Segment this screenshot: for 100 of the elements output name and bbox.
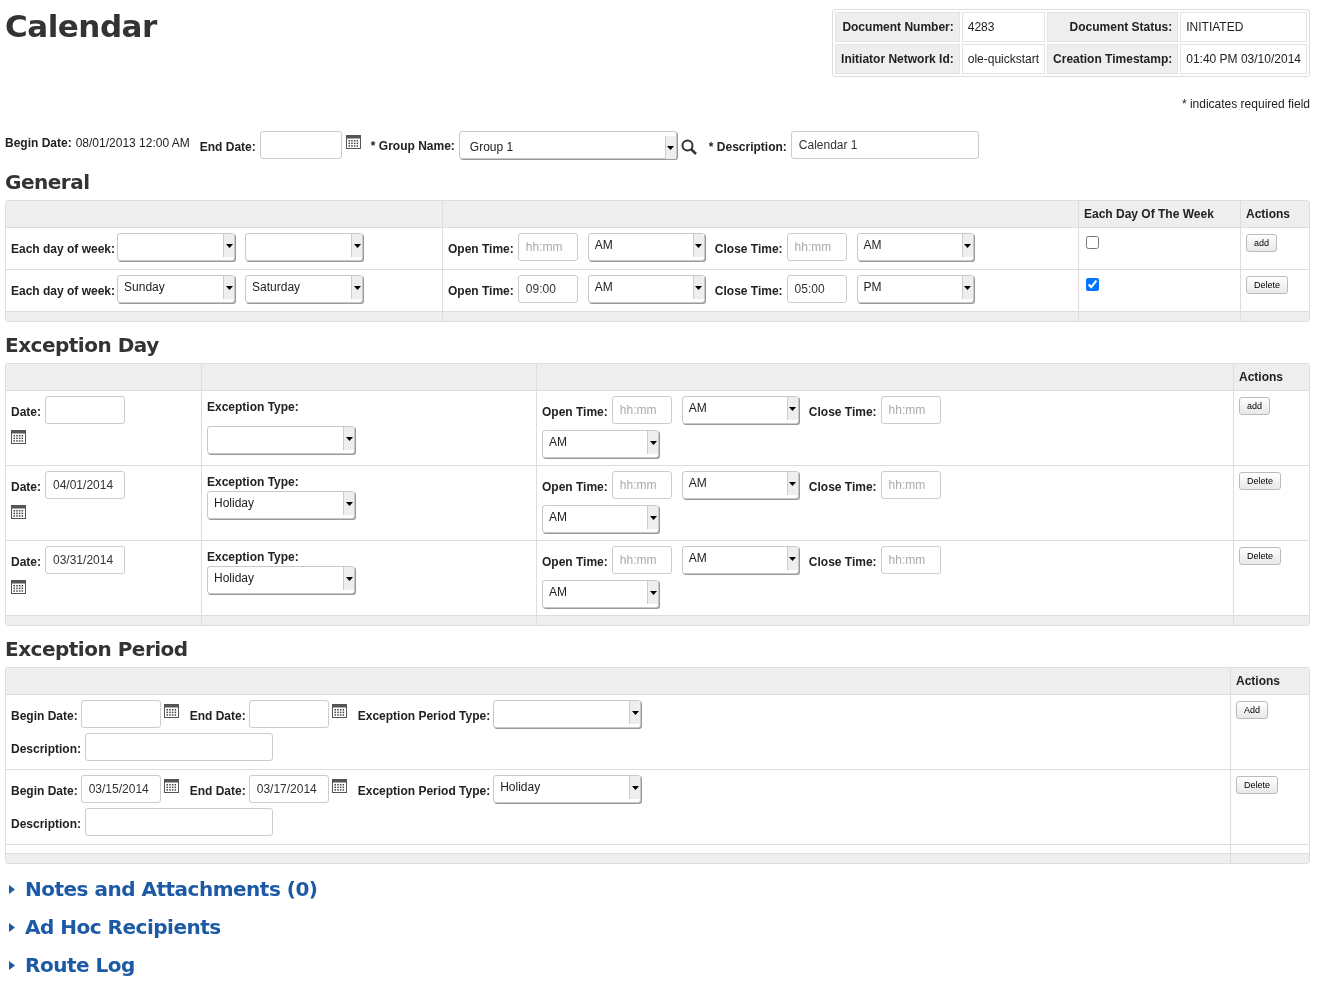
action-button[interactable]: Delete bbox=[1236, 776, 1278, 794]
field-label: End Date: bbox=[189, 783, 246, 800]
input-field[interactable] bbox=[45, 396, 125, 424]
field-label: End Date: bbox=[199, 139, 256, 156]
column-header: Each Day Of The Week bbox=[1079, 201, 1241, 228]
field-label: Close Time: bbox=[808, 479, 877, 496]
input-field[interactable]: hh:mm bbox=[611, 396, 672, 424]
field-label: Begin Date: bbox=[11, 783, 78, 800]
section-link[interactable]: Notes and Attachments (0) bbox=[5, 874, 318, 904]
dropdown[interactable]: AM bbox=[856, 233, 974, 261]
calendar-icon[interactable] bbox=[345, 134, 361, 149]
action-button[interactable]: Delete bbox=[1239, 547, 1281, 565]
input-field[interactable] bbox=[80, 700, 161, 728]
field-label: Exception Type: bbox=[207, 549, 300, 566]
field-label: Initiator Network Id: bbox=[835, 44, 960, 74]
input-field[interactable]: 05:00 bbox=[786, 275, 847, 303]
caret-icon bbox=[695, 285, 703, 290]
caret-icon bbox=[631, 710, 639, 715]
input-field[interactable]: hh:mm bbox=[611, 546, 672, 574]
dropdown[interactable]: Saturday bbox=[245, 275, 364, 303]
calendar-icon[interactable] bbox=[11, 429, 26, 444]
input-field[interactable]: Calendar 1 bbox=[790, 131, 979, 159]
dropdown[interactable]: Sunday bbox=[117, 275, 236, 303]
input-field[interactable] bbox=[85, 733, 273, 761]
dropdown[interactable]: AM bbox=[542, 430, 659, 458]
section-link[interactable]: Ad Hoc Recipients bbox=[5, 912, 221, 942]
field-label: Date: bbox=[11, 554, 41, 571]
dropdown[interactable]: AM bbox=[542, 505, 659, 533]
caret-icon bbox=[345, 501, 353, 506]
column-header: Actions bbox=[1231, 668, 1309, 695]
input-field[interactable]: 03/17/2014 bbox=[248, 775, 329, 803]
action-button[interactable]: add bbox=[1239, 397, 1271, 415]
input-field[interactable]: 03/31/2014 bbox=[45, 546, 125, 574]
input-field[interactable]: hh:mm bbox=[880, 471, 941, 499]
dropdown[interactable]: AM bbox=[681, 471, 799, 499]
checkbox[interactable] bbox=[1086, 236, 1099, 249]
field-label: Document Status: bbox=[1047, 12, 1179, 42]
caret-icon bbox=[964, 285, 972, 290]
calendar-icon[interactable] bbox=[163, 778, 179, 793]
field-label: * Description: bbox=[708, 139, 787, 156]
caret-icon bbox=[667, 145, 675, 150]
input-field[interactable]: hh:mm bbox=[880, 396, 941, 424]
calendar-icon[interactable] bbox=[11, 504, 26, 519]
field-label: Open Time: bbox=[542, 404, 608, 421]
dropdown[interactable]: AM bbox=[587, 275, 705, 303]
input-field[interactable]: 09:00 bbox=[517, 275, 578, 303]
field-label: Close Time: bbox=[808, 554, 877, 571]
field-label: Close Time: bbox=[714, 283, 783, 300]
field-label: Open Time: bbox=[542, 554, 608, 571]
input-field[interactable]: hh:mm bbox=[611, 471, 672, 499]
field-label: Description: bbox=[11, 816, 81, 833]
dropdown[interactable]: Holiday bbox=[207, 566, 355, 594]
field-label: Exception Period Type: bbox=[357, 708, 491, 725]
field-label: Each day of week: bbox=[11, 283, 116, 300]
calendar-icon[interactable] bbox=[163, 703, 179, 718]
calendar-icon[interactable] bbox=[11, 579, 26, 594]
field-label: Open Time: bbox=[448, 241, 514, 258]
input-field[interactable] bbox=[85, 808, 273, 836]
dropdown[interactable]: PM bbox=[856, 275, 974, 303]
caret-icon bbox=[789, 481, 797, 486]
field-label: Close Time: bbox=[714, 241, 783, 258]
input-field[interactable]: 04/01/2014 bbox=[45, 471, 125, 499]
field-label: Exception Type: bbox=[207, 474, 300, 491]
checkbox[interactable] bbox=[1086, 278, 1099, 291]
dropdown[interactable]: Holiday bbox=[493, 775, 642, 803]
field-label: Creation Timestamp: bbox=[1047, 44, 1179, 74]
caret-icon bbox=[631, 785, 639, 790]
column-header: Actions bbox=[1234, 364, 1309, 391]
dropdown[interactable]: AM bbox=[681, 546, 799, 574]
field-label: Document Number: bbox=[835, 12, 960, 42]
dropdown[interactable]: AM bbox=[681, 396, 799, 424]
input-field[interactable]: hh:mm bbox=[880, 546, 941, 574]
field-value: 4283 bbox=[961, 12, 1046, 42]
action-button[interactable]: Delete bbox=[1246, 276, 1288, 294]
section-heading: Exception Day bbox=[5, 332, 160, 358]
calendar-icon[interactable] bbox=[331, 778, 347, 793]
dropdown[interactable]: AM bbox=[587, 233, 705, 261]
required-note: * indicates required field bbox=[1181, 96, 1310, 113]
input-field[interactable]: 03/15/2014 bbox=[80, 775, 161, 803]
input-field[interactable]: hh:mm bbox=[517, 233, 578, 261]
dropdown[interactable]: AM bbox=[542, 580, 659, 608]
column-header: Actions bbox=[1241, 201, 1309, 228]
input-field[interactable]: hh:mm bbox=[786, 233, 847, 261]
field-label: Exception Period Type: bbox=[357, 783, 491, 800]
caret-icon bbox=[964, 243, 972, 248]
caret-icon bbox=[225, 243, 233, 248]
dropdown[interactable]: Holiday bbox=[207, 491, 355, 519]
calendar-icon[interactable] bbox=[331, 703, 347, 718]
action-button[interactable]: Add bbox=[1236, 701, 1268, 719]
dropdown[interactable]: Group 1 bbox=[458, 131, 677, 159]
field-label: Description: bbox=[11, 741, 81, 758]
field-label: Each day of week: bbox=[11, 241, 116, 258]
action-button[interactable]: add bbox=[1246, 234, 1278, 252]
section-link[interactable]: Route Log bbox=[5, 950, 135, 980]
input-field[interactable] bbox=[248, 700, 329, 728]
caret-icon bbox=[649, 515, 657, 520]
action-button[interactable]: Delete bbox=[1239, 472, 1281, 490]
input-field[interactable] bbox=[259, 131, 342, 159]
field-label: Begin Date: bbox=[5, 135, 72, 152]
search-icon[interactable] bbox=[680, 139, 697, 155]
